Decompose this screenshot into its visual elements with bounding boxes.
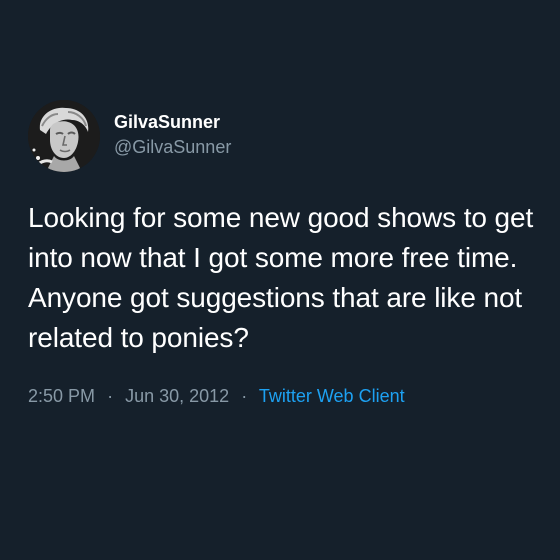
- user-names: GilvaSunner @GilvaSunner: [114, 111, 231, 159]
- tweet-date[interactable]: Jun 30, 2012: [125, 386, 229, 406]
- avatar[interactable]: [28, 100, 100, 172]
- tweet-header: GilvaSunner @GilvaSunner: [28, 100, 538, 172]
- tweet-text: Looking for some new good shows to get i…: [28, 202, 534, 353]
- display-name[interactable]: GilvaSunner: [114, 111, 231, 133]
- tweet-time[interactable]: 2:50 PM: [28, 386, 95, 406]
- tweet-client-link[interactable]: Twitter Web Client: [259, 386, 405, 406]
- statue-avatar-icon: [28, 100, 100, 172]
- tweet-card: GilvaSunner @GilvaSunner Looking for som…: [28, 100, 538, 408]
- tweet-meta: 2:50 PM · Jun 30, 2012 · Twitter Web Cli…: [28, 384, 538, 408]
- meta-separator: ·: [241, 386, 248, 406]
- user-handle[interactable]: @GilvaSunner: [114, 135, 231, 159]
- meta-separator: ·: [107, 386, 114, 406]
